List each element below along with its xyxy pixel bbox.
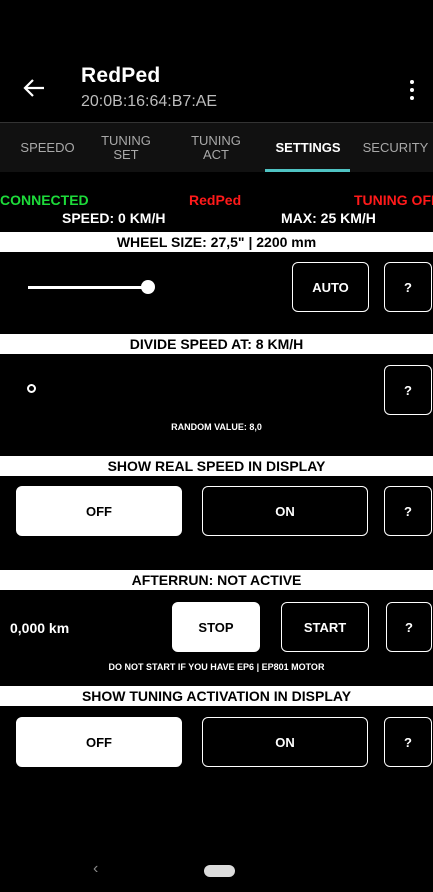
more-vertical-icon[interactable] (404, 76, 420, 104)
wheel-size-help-button[interactable]: ? (384, 262, 432, 312)
divide-speed-help-button[interactable]: ? (384, 365, 432, 415)
tab-tuning-act[interactable]: TUNING ACT (184, 123, 248, 173)
speed-readout: SPEED: 0 KM/H (62, 210, 166, 226)
afterrun-header: AFTERRUN: NOT ACTIVE (0, 570, 433, 590)
wheel-size-slider-thumb[interactable] (141, 280, 155, 294)
app-bar: RedPed 20:0B:16:64:B7:AE (0, 60, 433, 122)
max-speed-readout: MAX: 25 KM/H (281, 210, 376, 226)
app-title: RedPed (81, 64, 161, 87)
motor-warning: DO NOT START IF YOU HAVE EP6 | EP801 MOT… (108, 662, 325, 672)
auto-button[interactable]: AUTO (292, 262, 369, 312)
random-value-label: RANDOM VALUE: 8,0 (171, 422, 262, 432)
device-name: RedPed (189, 192, 242, 208)
status-bar (0, 0, 433, 60)
home-pill-icon[interactable] (204, 865, 235, 877)
tab-security[interactable]: SECURITY (358, 123, 433, 173)
wheel-size-header: WHEEL SIZE: 27,5" | 2200 mm (0, 232, 433, 252)
wheel-size-slider-track[interactable] (28, 286, 148, 289)
start-button[interactable]: START (281, 602, 369, 652)
afterrun-distance: 0,000 km (10, 620, 70, 636)
device-address: 20:0B:16:64:B7:AE (81, 93, 218, 110)
tab-tuning-set[interactable]: TUNING SET (95, 123, 157, 173)
stop-button[interactable]: STOP (172, 602, 260, 652)
afterrun-help-button[interactable]: ? (386, 602, 432, 652)
chevron-left-icon[interactable]: ‹ (93, 860, 98, 878)
tuning-activation-help-button[interactable]: ? (384, 717, 432, 767)
connection-status: CONNECTED (0, 192, 89, 208)
tuning-activation-header: SHOW TUNING ACTIVATION IN DISPLAY (0, 686, 433, 706)
divide-speed-header: DIVIDE SPEED AT: 8 KM/H (0, 334, 433, 354)
tuning-activation-on-button[interactable]: ON (202, 717, 368, 767)
divide-speed-slider-thumb[interactable] (27, 384, 36, 393)
real-speed-on-button[interactable]: ON (202, 486, 368, 536)
real-speed-header: SHOW REAL SPEED IN DISPLAY (0, 456, 433, 476)
tab-settings[interactable]: SETTINGS (262, 123, 354, 173)
system-nav-bar: ‹ (0, 852, 433, 892)
tab-speedo[interactable]: SPEEDO (0, 123, 95, 173)
tuning-activation-off-button[interactable]: OFF (16, 717, 182, 767)
tab-bar: SPEEDO TUNING SET TUNING ACT SETTINGS SE… (0, 122, 433, 172)
tuning-status: TUNING OFF (354, 192, 433, 208)
real-speed-off-button[interactable]: OFF (16, 486, 182, 536)
real-speed-help-button[interactable]: ? (384, 486, 432, 536)
divide-speed-panel (0, 354, 433, 454)
tab-indicator (265, 169, 350, 172)
arrow-left-icon[interactable] (22, 74, 50, 102)
